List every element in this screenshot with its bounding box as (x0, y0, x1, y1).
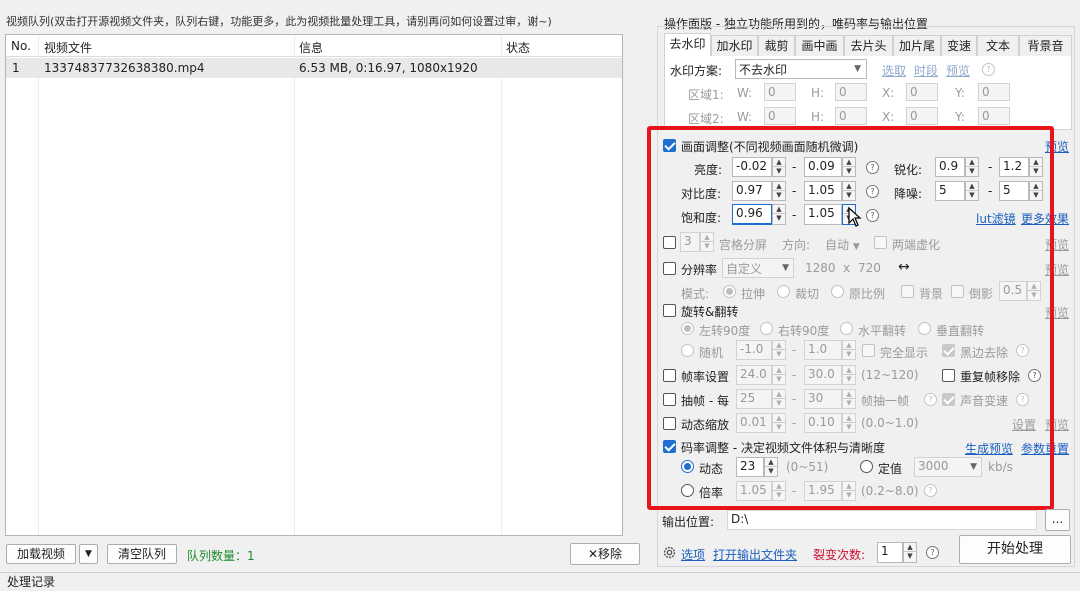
clear-queue-button[interactable]: 清空队列 (107, 544, 177, 564)
region2-h-input[interactable]: 0 (835, 107, 867, 125)
watermark-scheme-value: 不去水印 (739, 63, 788, 77)
col-no[interactable]: No. (11, 39, 31, 53)
col-divider (38, 35, 39, 535)
tab-pip[interactable]: 画中画 (795, 35, 844, 57)
down-icon: ▼ (907, 552, 913, 560)
output-label: 输出位置: (662, 515, 715, 529)
watermark-scheme-select[interactable]: 不去水印 ▼ (735, 59, 867, 79)
load-dropdown-button[interactable]: ▼ (79, 544, 98, 564)
col-divider (294, 35, 295, 535)
select-link[interactable]: 选取 (882, 62, 906, 79)
region2-x-input[interactable]: 0 (906, 107, 938, 125)
gear-icon[interactable] (662, 545, 677, 560)
fission-count-input[interactable]: 1 (877, 542, 903, 563)
preview-link[interactable]: 预览 (946, 62, 970, 79)
region2-label: 区域2: (688, 112, 724, 126)
row-info: 6.53 MB, 0:16.97, 1080x1920 (299, 61, 478, 75)
timeline-link[interactable]: 时段 (914, 62, 938, 79)
remove-button[interactable]: ✕移除 (570, 543, 640, 565)
output-path-input[interactable]: D:\ (727, 510, 1037, 530)
options-link[interactable]: 选项 (681, 546, 705, 563)
start-processing-button[interactable]: 开始处理 (959, 535, 1071, 564)
region2-h-label: H: (811, 110, 825, 124)
queue-notice: 视频队列(双击打开源视频文件夹，队列右键，功能更多，此为视频批量处理工具，请别再… (6, 15, 552, 28)
region1-y-label: Y: (955, 86, 965, 100)
tab-crop[interactable]: 裁剪 (758, 35, 795, 57)
remove-label: 移除 (598, 547, 623, 561)
row-file: 13374837732638380.mp4 (44, 61, 205, 75)
region1-h-input[interactable]: 0 (835, 83, 867, 101)
close-icon: ✕ (587, 547, 599, 561)
tab-remove-intro[interactable]: 去片头 (844, 35, 893, 57)
col-file[interactable]: 视频文件 (44, 39, 92, 56)
help-icon[interactable]: ? (982, 63, 995, 76)
tab-bgm[interactable]: 背景音 (1019, 35, 1072, 57)
col-status[interactable]: 状态 (506, 39, 530, 56)
tab-add-watermark[interactable]: 加水印 (711, 35, 758, 57)
tab-content (664, 56, 1072, 130)
queue-table[interactable]: No. 视频文件 信息 状态 1 13374837732638380.mp4 6… (5, 34, 623, 536)
region1-y-input[interactable]: 0 (978, 83, 1010, 101)
region1-x-input[interactable]: 0 (906, 83, 938, 101)
queue-count: 队列数量：1 (187, 549, 255, 563)
section-divider (0, 572, 1080, 573)
region2-x-label: X: (882, 110, 895, 124)
row-no: 1 (12, 61, 20, 75)
region2-y-input[interactable]: 0 (978, 107, 1010, 125)
region2-w-label: W: (737, 110, 753, 124)
region1-w-label: W: (737, 86, 753, 100)
tab-remove-watermark[interactable]: 去水印 (664, 33, 711, 57)
tab-speed[interactable]: 变速 (941, 35, 977, 57)
load-video-button[interactable]: 加载视频 (6, 544, 76, 564)
fission-count-label: 裂变次数: (813, 548, 866, 562)
watermark-scheme-label: 水印方案: (670, 64, 723, 78)
region2-w-input[interactable]: 0 (764, 107, 796, 125)
region1-h-label: H: (811, 86, 825, 100)
tab-add-outro[interactable]: 加片尾 (893, 35, 941, 57)
up-icon: ▲ (904, 543, 916, 552)
region1-x-label: X: (882, 86, 895, 100)
highlight-box (647, 126, 1054, 510)
region2-y-label: Y: (955, 110, 965, 124)
log-title: 处理记录 (7, 575, 56, 589)
table-row[interactable]: 1 13374837732638380.mp4 6.53 MB, 0:16.97… (6, 58, 622, 78)
region1-w-input[interactable]: 0 (764, 83, 796, 101)
browse-button[interactable]: ... (1045, 509, 1070, 531)
help-icon[interactable]: ? (926, 546, 939, 559)
chevron-down-icon: ▼ (854, 64, 861, 74)
region1-label: 区域1: (688, 88, 724, 102)
col-divider (501, 35, 502, 535)
fission-count-spinner[interactable]: ▲ ▼ (903, 542, 917, 563)
table-header: No. 视频文件 信息 状态 (6, 35, 622, 57)
tab-text[interactable]: 文本 (977, 35, 1019, 57)
col-info[interactable]: 信息 (299, 39, 323, 56)
open-output-folder-link[interactable]: 打开输出文件夹 (713, 546, 797, 563)
